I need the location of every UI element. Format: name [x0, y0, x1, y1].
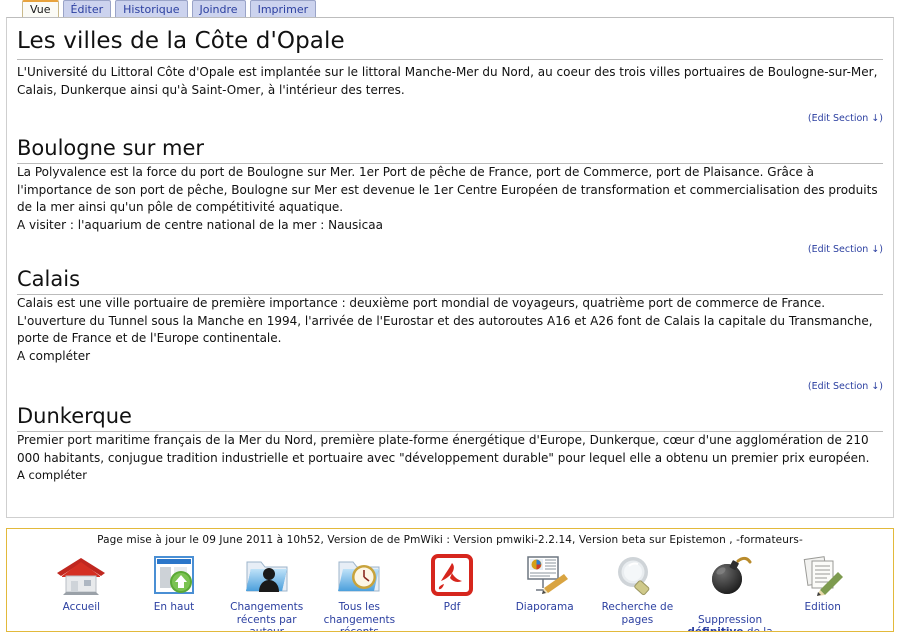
section-heading-boulogne: Boulogne sur mer: [17, 136, 883, 164]
footer-action-tous-changements[interactable]: Tous les changements récents: [313, 552, 406, 632]
presentation-pencil-icon: [498, 552, 591, 598]
footer-status-text: Page mise à jour le 09 June 2011 à 10h52…: [97, 534, 803, 546]
tab-historique[interactable]: Historique: [115, 0, 188, 17]
tab-vue[interactable]: Vue: [22, 0, 59, 17]
section-note-calais: A compléter: [17, 348, 91, 363]
intro-paragraph: L'Université du Littoral Côte d'Opale es…: [17, 65, 878, 97]
section-body-boulogne: La Polyvalence est la force du port de B…: [17, 165, 878, 214]
house-icon: [35, 552, 128, 598]
section-body-calais: Calais est une ville portuaire de premiè…: [17, 296, 873, 345]
section-heading-dunkerque: Dunkerque: [17, 404, 883, 432]
documents-pencil-icon: [776, 552, 869, 598]
folder-user-icon: [220, 552, 313, 598]
suppression-label-part1: Suppression: [697, 613, 763, 626]
edit-section-link-boulogne[interactable]: (Edit Section ↓): [17, 244, 883, 255]
footer-action-recherche[interactable]: Recherche de pages: [591, 552, 684, 626]
footer-action-suppression[interactable]: Suppression définitive de la page: [684, 552, 777, 632]
page-title: Les villes de la Côte d'Opale: [17, 28, 883, 60]
edit-section-link-calais[interactable]: (Edit Section ↓): [17, 381, 883, 392]
tab-joindre[interactable]: Joindre: [191, 0, 246, 17]
bomb-icon: [684, 552, 777, 598]
tab-imprimer[interactable]: Imprimer: [249, 0, 317, 17]
main-content-panel: Les villes de la Côte d'Opale L'Universi…: [6, 17, 894, 518]
folder-clock-icon: [313, 552, 406, 598]
footer-action-label-accueil: Accueil: [62, 601, 101, 613]
footer-action-label-edition: Edition: [804, 601, 841, 613]
section-heading-calais: Calais: [17, 267, 883, 295]
footer-action-label-recherche: Recherche de pages: [601, 601, 674, 626]
footer-action-label-en-haut: En haut: [153, 601, 195, 613]
footer-action-label-pdf: Pdf: [443, 601, 461, 613]
footer-action-diaporama[interactable]: Diaporama: [498, 552, 591, 614]
footer-action-accueil[interactable]: Accueil: [35, 552, 128, 614]
pdf-icon: [406, 552, 499, 598]
section-note-dunkerque: A compléter: [17, 468, 87, 482]
footer-action-edition[interactable]: Edition: [776, 552, 869, 614]
footer-panel: Page mise à jour le 09 June 2011 à 10h52…: [6, 528, 894, 632]
footer-action-pdf[interactable]: Pdf: [406, 552, 499, 614]
footer-icon-row: Accueil En haut Changements récents par …: [7, 552, 893, 632]
section-body-dunkerque: Premier port maritime français de la Mer…: [17, 433, 870, 465]
window-up-arrow-icon: [128, 552, 221, 598]
magnifier-icon: [591, 552, 684, 598]
footer-action-label-diaporama: Diaporama: [515, 601, 574, 613]
suppression-label-bold: définitive: [687, 626, 744, 632]
edit-section-link-intro[interactable]: (Edit Section ↓): [17, 113, 883, 124]
footer-action-label-suppression: Suppression définitive de la page: [684, 601, 777, 632]
footer-action-label-changements-par-auteur: Changements récents par auteur: [230, 601, 304, 632]
footer-action-changements-par-auteur[interactable]: Changements récents par auteur: [220, 552, 313, 632]
footer-action-en-haut[interactable]: En haut: [128, 552, 221, 614]
tab-bar: Vue Éditer Historique Joindre Imprimer: [0, 0, 900, 17]
tab-editer[interactable]: Éditer: [62, 0, 112, 17]
section-note-boulogne: A visiter : l'aquarium de centre nationa…: [17, 217, 383, 232]
footer-action-label-tous-changements: Tous les changements récents: [323, 601, 396, 632]
